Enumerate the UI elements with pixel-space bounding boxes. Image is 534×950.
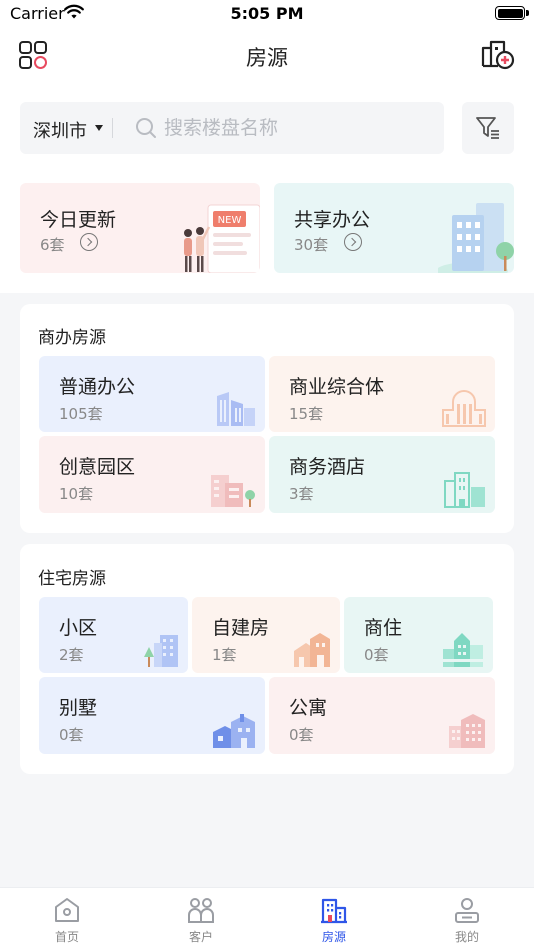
mall-building-icon <box>442 390 486 427</box>
promo-card-today-update[interactable]: 今日更新 6套 NEW <box>20 183 260 273</box>
tile-name: 公寓 <box>289 697 328 719</box>
tile-name: 别墅 <box>59 697 98 719</box>
clients-icon <box>188 898 214 923</box>
house-icon <box>294 633 330 667</box>
city-selector[interactable]: 深圳市 <box>33 117 87 143</box>
hotel-building-icon <box>444 472 485 508</box>
tile-count: 1套 <box>212 646 237 664</box>
search-icon <box>136 118 156 138</box>
search-input[interactable] <box>164 114 434 142</box>
tile-commercial-complex[interactable]: 商业综合体 15套 <box>269 356 495 432</box>
clock: 5:05 PM <box>230 4 304 23</box>
tile-count: 0套 <box>59 726 84 744</box>
page-title: 房源 <box>246 46 288 70</box>
tab-clients[interactable]: 客户 <box>134 888 268 950</box>
tile-community[interactable]: 小区 2套 <box>39 597 188 673</box>
tab-home[interactable]: 首页 <box>0 888 134 950</box>
tile-apartment[interactable]: 公寓 0套 <box>269 677 495 754</box>
tab-properties[interactable]: 房源 <box>267 888 401 950</box>
promo-title: 今日更新 <box>40 209 117 231</box>
divider <box>112 118 113 138</box>
section-title: 住宅房源 <box>38 569 106 589</box>
villa-icon <box>213 714 255 748</box>
home-icon <box>55 898 79 922</box>
residential-section: 住宅房源 小区 2套 自建房 1套 商住 0套 别墅 0套 公寓 0套 <box>20 544 514 774</box>
profile-icon <box>455 898 479 923</box>
building-icon <box>321 898 347 924</box>
tile-count: 105套 <box>59 405 103 423</box>
battery-icon <box>495 6 529 20</box>
tile-commercial-residential[interactable]: 商住 0套 <box>344 597 493 673</box>
tile-count: 15套 <box>289 405 324 423</box>
tile-name: 创意园区 <box>59 456 136 478</box>
chevron-right-circle-icon[interactable] <box>344 233 362 251</box>
promo-card-shared-office[interactable]: 共享办公 30套 <box>274 183 514 273</box>
office-building-illustration-icon <box>438 203 514 273</box>
filter-icon <box>476 117 499 139</box>
caret-down-icon[interactable] <box>95 125 103 131</box>
tab-label: 房源 <box>321 930 346 944</box>
tile-name: 商务酒店 <box>289 456 366 478</box>
add-property-icon[interactable] <box>480 38 516 70</box>
tab-label: 我的 <box>454 930 479 944</box>
tile-count: 0套 <box>364 646 389 664</box>
community-building-icon <box>144 635 178 667</box>
section-title: 商办房源 <box>38 328 106 348</box>
apartment-building-icon <box>449 714 485 748</box>
tile-name: 商业综合体 <box>289 376 385 398</box>
tab-mine[interactable]: 我的 <box>400 888 534 950</box>
tab-label: 首页 <box>54 930 79 944</box>
tab-label: 客户 <box>188 930 213 944</box>
mixed-use-building-icon <box>443 633 483 667</box>
tile-name: 商住 <box>364 617 403 639</box>
park-buildings-icon <box>211 475 255 507</box>
tile-count: 2套 <box>59 646 84 664</box>
tile-name: 小区 <box>59 617 98 639</box>
nav-bar: 房源 <box>0 28 534 82</box>
tab-bar: 首页 客户 房源 我的 <box>0 887 534 950</box>
filter-button[interactable] <box>462 102 514 154</box>
tile-name: 自建房 <box>212 617 270 639</box>
office-buildings-icon <box>217 392 255 426</box>
tile-villa[interactable]: 别墅 0套 <box>39 677 265 754</box>
status-bar: Carrier 5:05 PM <box>0 0 534 28</box>
tile-regular-office[interactable]: 普通办公 105套 <box>39 356 265 432</box>
tile-self-built-house[interactable]: 自建房 1套 <box>192 597 340 673</box>
svg-text:NEW: NEW <box>218 215 242 226</box>
tile-creative-park[interactable]: 创意园区 10套 <box>39 436 265 513</box>
tile-count: 10套 <box>59 485 94 503</box>
promo-count: 30套 <box>294 236 329 254</box>
search-row: 深圳市 <box>20 102 514 154</box>
tile-count: 3套 <box>289 485 314 503</box>
promo-title: 共享办公 <box>294 209 371 231</box>
promo-count: 6套 <box>40 236 65 254</box>
new-listing-illustration-icon: NEW <box>184 204 260 273</box>
tile-name: 普通办公 <box>59 376 136 398</box>
search-box: 深圳市 <box>20 102 444 154</box>
commercial-section: 商办房源 普通办公 105套 商业综合体 15套 创意园区 10套 商务酒店 3… <box>20 304 514 533</box>
tile-count: 0套 <box>289 726 314 744</box>
chevron-right-circle-icon[interactable] <box>80 233 98 251</box>
tile-business-hotel[interactable]: 商务酒店 3套 <box>269 436 495 513</box>
